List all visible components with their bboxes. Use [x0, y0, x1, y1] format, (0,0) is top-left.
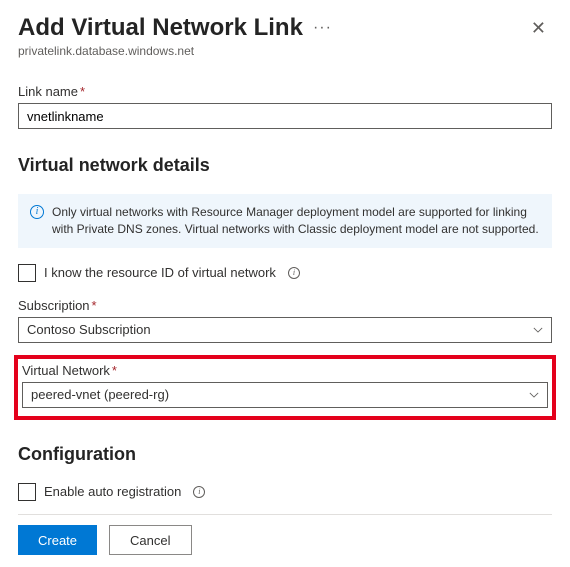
cancel-button[interactable]: Cancel — [109, 525, 191, 555]
link-name-label: Link name* — [18, 84, 552, 99]
more-actions-icon[interactable]: ··· — [313, 19, 332, 37]
link-name-input[interactable] — [18, 103, 552, 129]
auto-registration-label: Enable auto registration — [44, 484, 181, 499]
info-text: Only virtual networks with Resource Mana… — [52, 204, 540, 238]
know-resource-id-checkbox[interactable] — [18, 264, 36, 282]
virtual-network-highlight: Virtual Network* peered-vnet (peered-rg) — [14, 355, 556, 420]
page-subtitle: privatelink.database.windows.net — [18, 44, 332, 58]
chevron-down-icon — [533, 325, 543, 335]
know-resource-id-label: I know the resource ID of virtual networ… — [44, 265, 276, 280]
page-title: Add Virtual Network Link — [18, 14, 303, 42]
configuration-heading: Configuration — [18, 444, 552, 465]
info-icon: i — [30, 205, 44, 219]
auto-registration-checkbox[interactable] — [18, 483, 36, 501]
auto-registration-row: Enable auto registration i — [18, 483, 552, 501]
help-icon[interactable]: i — [193, 486, 205, 498]
info-banner: i Only virtual networks with Resource Ma… — [18, 194, 552, 248]
close-icon[interactable]: ✕ — [525, 14, 552, 43]
footer-actions: Create Cancel — [18, 514, 552, 555]
virtual-network-label: Virtual Network* — [22, 363, 548, 378]
subscription-label: Subscription* — [18, 298, 552, 313]
chevron-down-icon — [529, 390, 539, 400]
virtual-network-select[interactable]: peered-vnet (peered-rg) — [22, 382, 548, 408]
help-icon[interactable]: i — [288, 267, 300, 279]
subscription-select[interactable]: Contoso Subscription — [18, 317, 552, 343]
vnet-details-heading: Virtual network details — [18, 155, 552, 176]
know-resource-id-row: I know the resource ID of virtual networ… — [18, 264, 552, 282]
create-button[interactable]: Create — [18, 525, 97, 555]
